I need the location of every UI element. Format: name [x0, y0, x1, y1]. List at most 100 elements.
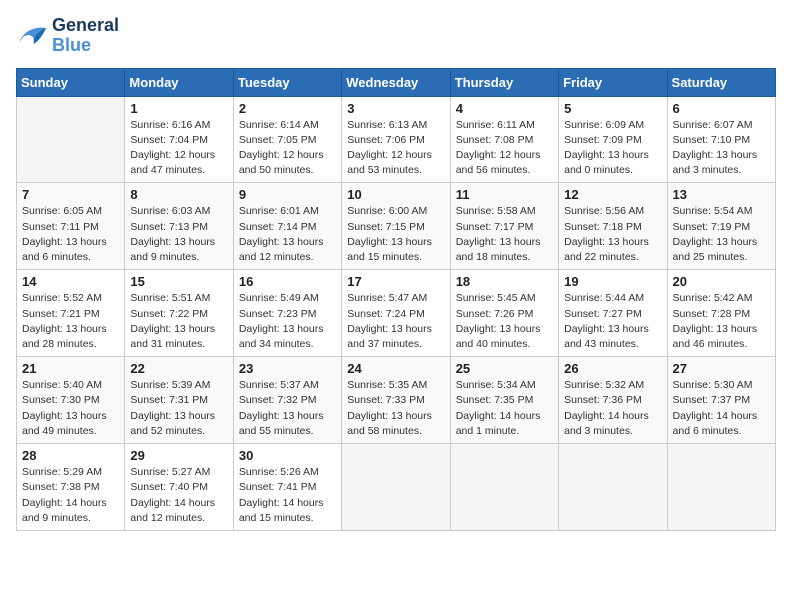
day-number: 8 [130, 187, 227, 202]
weekday-header: Tuesday [233, 68, 341, 96]
weekday-header: Saturday [667, 68, 775, 96]
day-number: 9 [239, 187, 336, 202]
day-info: Sunrise: 5:30 AMSunset: 7:37 PMDaylight:… [673, 378, 770, 439]
day-info: Sunrise: 5:40 AMSunset: 7:30 PMDaylight:… [22, 378, 119, 439]
day-number: 29 [130, 448, 227, 463]
day-info: Sunrise: 5:45 AMSunset: 7:26 PMDaylight:… [456, 291, 553, 352]
day-number: 10 [347, 187, 444, 202]
day-info: Sunrise: 5:52 AMSunset: 7:21 PMDaylight:… [22, 291, 119, 352]
day-info: Sunrise: 5:29 AMSunset: 7:38 PMDaylight:… [22, 465, 119, 526]
calendar-cell: 4 Sunrise: 6:11 AMSunset: 7:08 PMDaylight… [450, 96, 558, 183]
day-info: Sunrise: 5:56 AMSunset: 7:18 PMDaylight:… [564, 204, 661, 265]
weekday-header: Friday [559, 68, 667, 96]
calendar-cell: 13 Sunrise: 5:54 AMSunset: 7:19 PMDayligh… [667, 183, 775, 270]
day-number: 5 [564, 101, 661, 116]
day-info: Sunrise: 6:00 AMSunset: 7:15 PMDaylight:… [347, 204, 444, 265]
day-number: 11 [456, 187, 553, 202]
weekday-row: SundayMondayTuesdayWednesdayThursdayFrid… [17, 68, 776, 96]
calendar-cell: 14 Sunrise: 5:52 AMSunset: 7:21 PMDayligh… [17, 270, 125, 357]
calendar-cell: 15 Sunrise: 5:51 AMSunset: 7:22 PMDayligh… [125, 270, 233, 357]
calendar-cell: 10 Sunrise: 6:00 AMSunset: 7:15 PMDayligh… [342, 183, 450, 270]
calendar-header: SundayMondayTuesdayWednesdayThursdayFrid… [17, 68, 776, 96]
day-number: 16 [239, 274, 336, 289]
calendar-cell [17, 96, 125, 183]
calendar-cell: 20Sunrise: 5:42 AMSunset: 7:28 PMDayligh… [667, 270, 775, 357]
day-info: Sunrise: 5:47 AMSunset: 7:24 PMDaylight:… [347, 291, 444, 352]
calendar-cell: 19 Sunrise: 5:44 AMSunset: 7:27 PMDayligh… [559, 270, 667, 357]
calendar-cell: 8 Sunrise: 6:03 AMSunset: 7:13 PMDaylight… [125, 183, 233, 270]
day-info: Sunrise: 5:49 AMSunset: 7:23 PMDaylight:… [239, 291, 336, 352]
day-info: Sunrise: 5:44 AMSunset: 7:27 PMDaylight:… [564, 291, 661, 352]
calendar-cell: 16 Sunrise: 5:49 AMSunset: 7:23 PMDayligh… [233, 270, 341, 357]
calendar-week-row: 28Sunrise: 5:29 AMSunset: 7:38 PMDayligh… [17, 444, 776, 531]
day-number: 4 [456, 101, 553, 116]
calendar-cell: 11 Sunrise: 5:58 AMSunset: 7:17 PMDayligh… [450, 183, 558, 270]
day-number: 22 [130, 361, 227, 376]
calendar-cell: 18Sunrise: 5:45 AMSunset: 7:26 PMDayligh… [450, 270, 558, 357]
day-number: 14 [22, 274, 119, 289]
calendar-cell: 25 Sunrise: 5:34 AMSunset: 7:35 PMDayligh… [450, 357, 558, 444]
day-info: Sunrise: 5:54 AMSunset: 7:19 PMDaylight:… [673, 204, 770, 265]
day-number: 17 [347, 274, 444, 289]
calendar-cell: 3 Sunrise: 6:13 AMSunset: 7:06 PMDaylight… [342, 96, 450, 183]
day-info: Sunrise: 6:01 AMSunset: 7:14 PMDaylight:… [239, 204, 336, 265]
calendar-cell: 17 Sunrise: 5:47 AMSunset: 7:24 PMDayligh… [342, 270, 450, 357]
day-info: Sunrise: 6:14 AMSunset: 7:05 PMDaylight:… [239, 118, 336, 179]
calendar-cell: 26 Sunrise: 5:32 AMSunset: 7:36 PMDayligh… [559, 357, 667, 444]
calendar-week-row: 1Sunrise: 6:16 AMSunset: 7:04 PMDaylight… [17, 96, 776, 183]
calendar-cell: 2 Sunrise: 6:14 AMSunset: 7:05 PMDaylight… [233, 96, 341, 183]
day-number: 19 [564, 274, 661, 289]
day-info: Sunrise: 6:16 AMSunset: 7:04 PMDaylight:… [130, 118, 227, 179]
calendar-week-row: 21 Sunrise: 5:40 AMSunset: 7:30 PMDayligh… [17, 357, 776, 444]
day-info: Sunrise: 6:11 AMSunset: 7:08 PMDaylight:… [456, 118, 553, 179]
day-number: 13 [673, 187, 770, 202]
calendar-cell: 29Sunrise: 5:27 AMSunset: 7:40 PMDayligh… [125, 444, 233, 531]
day-info: Sunrise: 5:58 AMSunset: 7:17 PMDaylight:… [456, 204, 553, 265]
weekday-header: Thursday [450, 68, 558, 96]
calendar-body: 1Sunrise: 6:16 AMSunset: 7:04 PMDaylight… [17, 96, 776, 530]
day-info: Sunrise: 6:05 AMSunset: 7:11 PMDaylight:… [22, 204, 119, 265]
logo-text: GeneralBlue [52, 16, 119, 56]
day-info: Sunrise: 6:07 AMSunset: 7:10 PMDaylight:… [673, 118, 770, 179]
day-number: 15 [130, 274, 227, 289]
logo-icon [16, 22, 48, 50]
calendar-week-row: 14 Sunrise: 5:52 AMSunset: 7:21 PMDayligh… [17, 270, 776, 357]
day-info: Sunrise: 5:42 AMSunset: 7:28 PMDaylight:… [673, 291, 770, 352]
day-number: 7 [22, 187, 119, 202]
day-info: Sunrise: 6:13 AMSunset: 7:06 PMDaylight:… [347, 118, 444, 179]
day-info: Sunrise: 5:37 AMSunset: 7:32 PMDaylight:… [239, 378, 336, 439]
day-info: Sunrise: 6:03 AMSunset: 7:13 PMDaylight:… [130, 204, 227, 265]
calendar-cell [667, 444, 775, 531]
calendar-cell: 1Sunrise: 6:16 AMSunset: 7:04 PMDaylight… [125, 96, 233, 183]
calendar-cell: 30Sunrise: 5:26 AMSunset: 7:41 PMDayligh… [233, 444, 341, 531]
calendar-cell: 7 Sunrise: 6:05 AMSunset: 7:11 PMDaylight… [17, 183, 125, 270]
calendar-cell: 21 Sunrise: 5:40 AMSunset: 7:30 PMDayligh… [17, 357, 125, 444]
page-header: GeneralBlue [16, 16, 776, 56]
day-info: Sunrise: 5:32 AMSunset: 7:36 PMDaylight:… [564, 378, 661, 439]
day-number: 27 [673, 361, 770, 376]
day-number: 25 [456, 361, 553, 376]
day-number: 3 [347, 101, 444, 116]
calendar-week-row: 7 Sunrise: 6:05 AMSunset: 7:11 PMDaylight… [17, 183, 776, 270]
calendar-cell: 27 Sunrise: 5:30 AMSunset: 7:37 PMDayligh… [667, 357, 775, 444]
calendar-cell: 22 Sunrise: 5:39 AMSunset: 7:31 PMDayligh… [125, 357, 233, 444]
day-number: 30 [239, 448, 336, 463]
day-info: Sunrise: 5:39 AMSunset: 7:31 PMDaylight:… [130, 378, 227, 439]
day-number: 12 [564, 187, 661, 202]
logo: GeneralBlue [16, 16, 119, 56]
calendar-cell [342, 444, 450, 531]
day-info: Sunrise: 5:34 AMSunset: 7:35 PMDaylight:… [456, 378, 553, 439]
day-info: Sunrise: 5:51 AMSunset: 7:22 PMDaylight:… [130, 291, 227, 352]
day-info: Sunrise: 5:35 AMSunset: 7:33 PMDaylight:… [347, 378, 444, 439]
day-info: Sunrise: 6:09 AMSunset: 7:09 PMDaylight:… [564, 118, 661, 179]
day-number: 26 [564, 361, 661, 376]
day-number: 23 [239, 361, 336, 376]
calendar-cell: 9 Sunrise: 6:01 AMSunset: 7:14 PMDaylight… [233, 183, 341, 270]
day-number: 24 [347, 361, 444, 376]
weekday-header: Sunday [17, 68, 125, 96]
calendar-cell: 24 Sunrise: 5:35 AMSunset: 7:33 PMDayligh… [342, 357, 450, 444]
weekday-header: Monday [125, 68, 233, 96]
day-number: 2 [239, 101, 336, 116]
calendar-cell: 6Sunrise: 6:07 AMSunset: 7:10 PMDaylight… [667, 96, 775, 183]
day-number: 21 [22, 361, 119, 376]
